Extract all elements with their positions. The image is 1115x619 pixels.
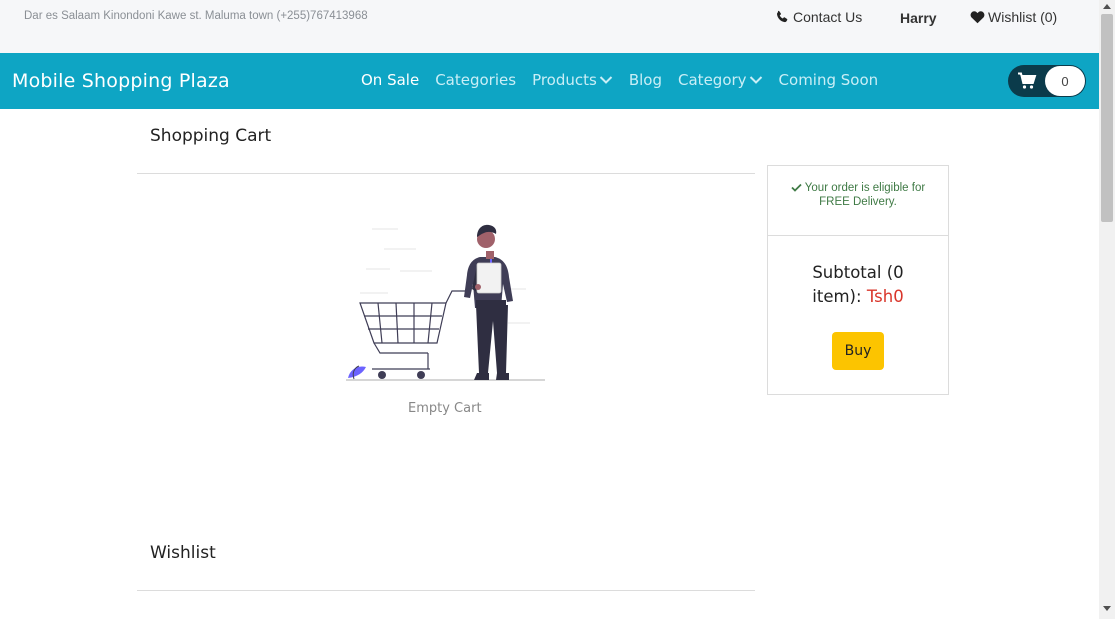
page-scrollbar[interactable]: [1099, 0, 1115, 619]
nav-item-category[interactable]: Category: [678, 71, 763, 89]
nav-item-coming-soon[interactable]: Coming Soon: [779, 71, 879, 89]
scrollbar-thumb[interactable]: [1101, 14, 1113, 222]
order-summary-card: Your order is eligible for FREE Delivery…: [767, 165, 949, 395]
main-navbar: Mobile Shopping Plaza On Sale Categories…: [0, 53, 1099, 109]
store-address: Dar es Salaam Kinondoni Kawe st. Maluma …: [24, 10, 368, 22]
wishlist-label: Wishlist (0): [988, 9, 1058, 25]
nav-item-label: Category: [678, 71, 747, 89]
cart-count-badge: 0: [1045, 66, 1085, 96]
nav-menu: On Sale Categories Products Blog Categor…: [361, 71, 878, 89]
heart-icon: [970, 11, 985, 24]
shopping-cart-title: Shopping Cart: [150, 126, 272, 146]
free-delivery-line1: Your order is eligible for: [804, 182, 926, 194]
wishlist-title: Wishlist: [150, 543, 216, 563]
nav-item-label: On Sale: [361, 71, 420, 89]
subtotal-price: Tsh0: [866, 287, 904, 306]
nav-item-products[interactable]: Products: [532, 71, 613, 89]
nav-item-label: Coming Soon: [778, 71, 879, 89]
chevron-down-icon: [599, 76, 613, 84]
nav-item-blog[interactable]: Blog: [629, 71, 662, 89]
phone-icon: [776, 10, 788, 23]
free-delivery-line2: FREE Delivery.: [819, 196, 897, 208]
divider: [137, 173, 755, 174]
subtotal-line2: item):: [812, 287, 862, 306]
summary-divider: [768, 235, 948, 236]
empty-cart-illustration: [346, 224, 545, 381]
subtotal-text: Subtotal (0 item): Tsh0: [768, 261, 948, 309]
subtotal-line1: Subtotal (0: [812, 263, 904, 282]
contact-us-label: Contact Us: [793, 9, 863, 25]
user-name[interactable]: Harry: [900, 10, 937, 26]
nav-item-label: Blog: [628, 71, 663, 89]
free-delivery-notice: Your order is eligible for FREE Delivery…: [768, 181, 948, 209]
contact-us-link[interactable]: Contact Us: [775, 9, 862, 25]
nav-item-categories[interactable]: Categories: [435, 71, 516, 89]
chevron-down-icon: [749, 76, 762, 84]
nav-item-label: Products: [532, 71, 597, 89]
scroll-up-icon[interactable]: [1103, 4, 1111, 9]
nav-item-on-sale[interactable]: On Sale: [361, 71, 419, 89]
empty-cart-label: Empty Cart: [408, 401, 482, 416]
divider: [137, 590, 755, 591]
cart-button[interactable]: 0: [1008, 65, 1086, 97]
nav-item-label: Categories: [435, 71, 517, 89]
brand-logo[interactable]: Mobile Shopping Plaza: [12, 70, 230, 92]
check-icon: [791, 183, 802, 192]
buy-button[interactable]: Buy: [832, 332, 884, 370]
cart-icon: [1018, 72, 1037, 89]
scroll-down-icon[interactable]: [1103, 606, 1111, 611]
wishlist-link[interactable]: Wishlist (0): [970, 9, 1057, 25]
top-info-bar: Dar es Salaam Kinondoni Kawe st. Maluma …: [0, 0, 1099, 53]
